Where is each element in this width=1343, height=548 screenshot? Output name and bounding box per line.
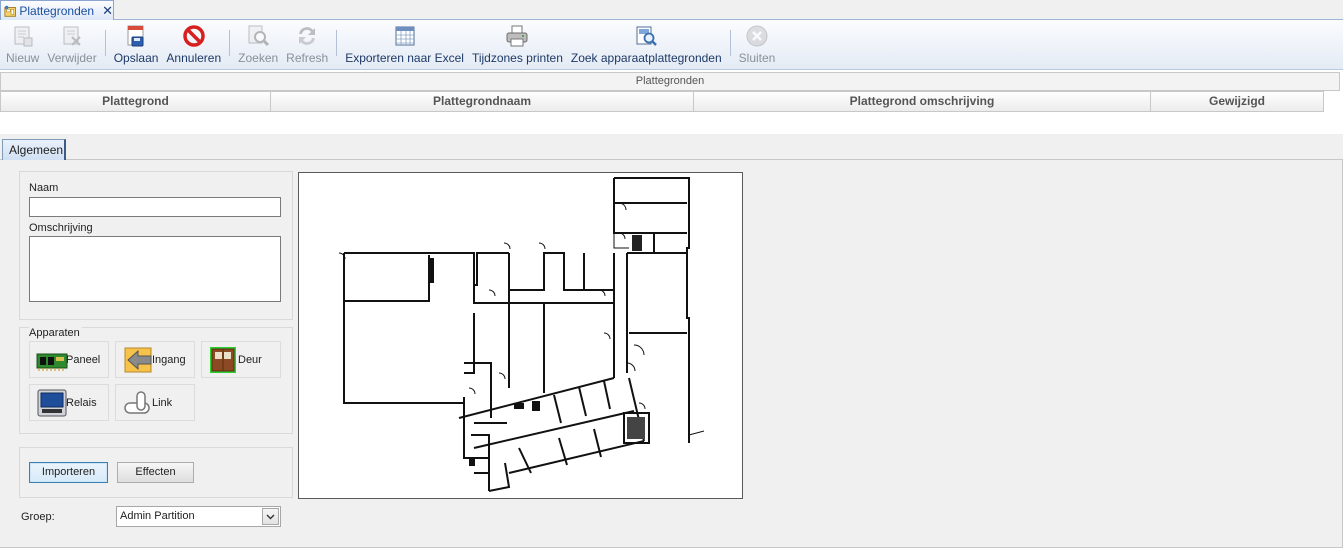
refresh-label: Refresh [286, 51, 329, 65]
document-tabstrip: Plattegronden ✕ [0, 0, 1343, 20]
naam-label: Naam [29, 182, 59, 194]
toolbar-separator [104, 30, 106, 56]
link-button[interactable]: Link [115, 384, 195, 421]
print-timezones-button[interactable]: Tijdzones printen [468, 20, 567, 70]
general-group: Naam Omschrijving [19, 171, 293, 320]
search-label: Zoeken [238, 51, 279, 65]
chevron-down-icon[interactable] [262, 508, 279, 525]
paneel-label: Paneel [66, 353, 101, 366]
groep-label: Groep: [21, 511, 55, 523]
link-label: Link [152, 396, 173, 409]
grid-group-header: Plattegronden [0, 72, 1340, 91]
panel-board-icon [36, 353, 68, 371]
delete-document-icon [63, 26, 81, 46]
tab-algemeen[interactable]: Algemeen [2, 139, 66, 161]
floorplan-grid: Plattegronden Plattegrond Plattegrondnaa… [0, 70, 1343, 134]
column-header-gewijzigd[interactable]: Gewijzigd [1151, 91, 1324, 112]
tab-plattegronden[interactable]: Plattegronden ✕ [0, 0, 114, 20]
column-header-omschrijving[interactable]: Plattegrond omschrijving [694, 91, 1151, 112]
effects-button[interactable]: Effecten [117, 462, 194, 483]
close-button[interactable]: Sluiten [735, 20, 780, 70]
save-label: Opslaan [113, 51, 159, 65]
find-device-floorplans-button[interactable]: Zoek apparaatplattegronden [567, 20, 726, 70]
toolbar-separator [336, 30, 338, 56]
delete-label: Verwijder [47, 51, 97, 65]
groep-select[interactable]: Admin Partition [116, 506, 281, 527]
save-button[interactable]: Opslaan [110, 20, 163, 70]
column-header-plattegrond[interactable]: Plattegrond [0, 91, 271, 112]
refresh-icon [299, 27, 316, 45]
relais-label: Relais [66, 396, 97, 409]
printer-icon [506, 25, 528, 47]
detail-tabstrip: Algemeen [0, 134, 1343, 161]
groep-selected-value: Admin Partition [120, 510, 195, 522]
export-excel-button[interactable]: Exporteren naar Excel [341, 20, 468, 70]
actions-group: Importeren Effecten [19, 447, 293, 498]
toolbar-separator [229, 30, 231, 56]
relais-button[interactable]: Relais [29, 384, 109, 421]
devices-group: Apparaten Paneel Ingang Deur Relais Link [19, 327, 293, 434]
find-device-floorplans-label: Zoek apparaatplattegronden [570, 51, 722, 65]
omschrijving-textarea[interactable] [29, 236, 281, 302]
new-document-icon [14, 26, 33, 47]
detail-panel: Naam Omschrijving Apparaten Paneel Ingan… [0, 160, 1343, 548]
toolbar-separator [729, 30, 731, 56]
save-icon [127, 25, 144, 47]
paneel-button[interactable]: Paneel [29, 341, 109, 378]
refresh-button[interactable]: Refresh [282, 20, 332, 70]
print-timezones-label: Tijdzones printen [471, 51, 563, 65]
close-circle-icon [746, 25, 768, 47]
floorplan-icon [4, 5, 16, 17]
search-icon [248, 25, 270, 47]
close-label: Sluiten [738, 51, 776, 65]
floorplan-canvas[interactable] [298, 172, 743, 499]
find-device-icon [636, 26, 658, 46]
devices-title: Apparaten [29, 327, 82, 339]
toolbar: Nieuw Verwijder Opslaan Annuleren Zoeken… [0, 20, 1343, 70]
cancel-label: Annuleren [166, 51, 222, 65]
delete-button[interactable]: Verwijder [43, 20, 100, 70]
grid-column-headers: Plattegrond Plattegrondnaam Plattegrond … [0, 91, 1324, 112]
new-label: Nieuw [6, 51, 40, 65]
relay-module-icon [37, 389, 67, 416]
input-arrow-icon [124, 347, 152, 372]
ingang-button[interactable]: Ingang [115, 341, 195, 378]
omschrijving-label: Omschrijving [29, 222, 93, 234]
new-button[interactable]: Nieuw [2, 20, 43, 70]
export-excel-label: Exporteren naar Excel [345, 51, 464, 65]
deur-label: Deur [238, 353, 262, 366]
column-header-plattegrondnaam[interactable]: Plattegrondnaam [271, 91, 694, 112]
tab-title: Plattegronden [19, 3, 95, 18]
search-button[interactable]: Zoeken [234, 20, 282, 70]
link-icon [124, 390, 150, 414]
import-button[interactable]: Importeren [29, 462, 108, 483]
cancel-button[interactable]: Annuleren [162, 20, 225, 70]
cancel-icon [183, 25, 205, 47]
floorplan-drawing [338, 177, 705, 492]
spreadsheet-icon [395, 26, 415, 46]
naam-input[interactable] [29, 197, 281, 217]
door-icon [210, 346, 236, 373]
deur-button[interactable]: Deur [201, 341, 281, 378]
ingang-label: Ingang [152, 353, 186, 366]
close-icon[interactable]: ✕ [102, 4, 113, 17]
